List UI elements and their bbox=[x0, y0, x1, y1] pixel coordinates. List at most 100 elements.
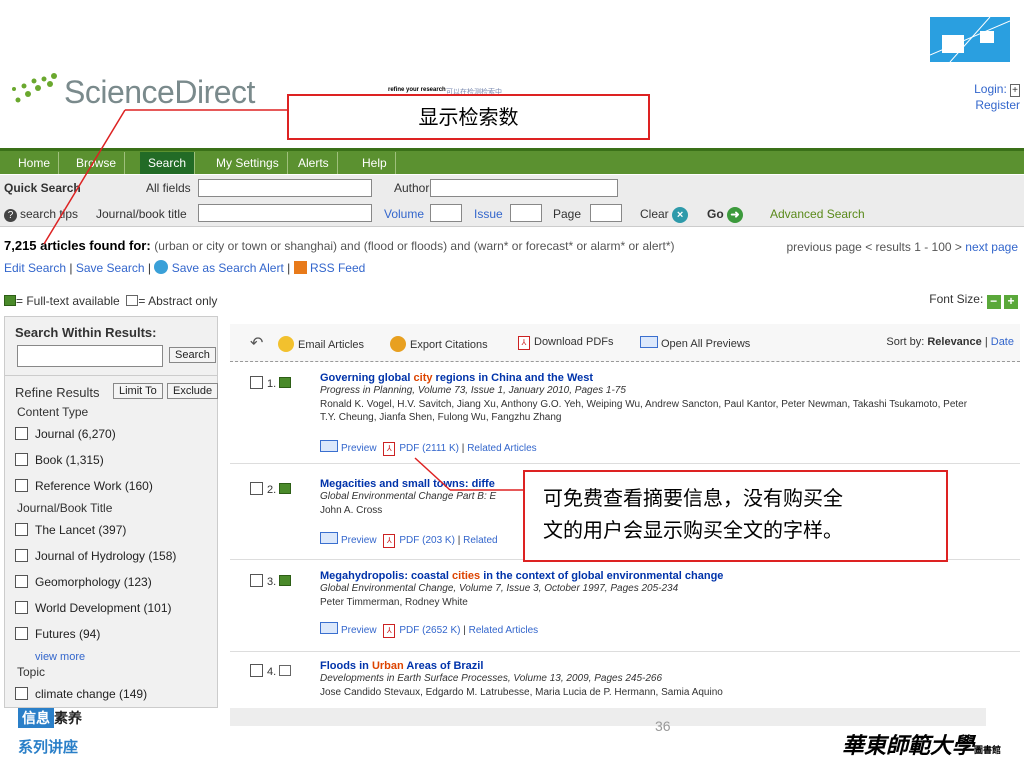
result-title[interactable]: Megacities and small towns: diffe bbox=[320, 478, 495, 490]
result-checkbox[interactable] bbox=[250, 482, 263, 495]
download-pdfs-button[interactable]: ⅄ Download PDFs bbox=[514, 336, 613, 350]
plus-icon[interactable]: + bbox=[1010, 84, 1020, 97]
callout-result-count: 显示检索数 bbox=[287, 94, 650, 140]
nav-search[interactable]: Search bbox=[140, 152, 196, 174]
journal-item[interactable]: Geomorphology (123) bbox=[5, 569, 217, 595]
view-more-link[interactable]: view more bbox=[35, 651, 85, 663]
select-all-icon[interactable]: ↶ bbox=[250, 333, 263, 353]
checkbox[interactable] bbox=[15, 427, 28, 440]
sort-control: Sort by: Relevance | Date bbox=[886, 336, 1014, 348]
sciencedirect-logo[interactable]: ScienceDirect bbox=[64, 74, 255, 111]
edit-search-link[interactable]: Edit Search bbox=[4, 261, 66, 275]
nav-home[interactable]: Home bbox=[10, 152, 60, 174]
result-title[interactable]: Governing global city regions in China a… bbox=[320, 372, 593, 384]
journal-item[interactable]: Journal of Hydrology (158) bbox=[5, 543, 217, 569]
journal-item[interactable]: Futures (94) bbox=[5, 621, 217, 647]
result-checkbox[interactable] bbox=[250, 574, 263, 587]
content-type-item[interactable]: Book (1,315) bbox=[5, 447, 217, 473]
export-label: Export Citations bbox=[410, 339, 488, 351]
result-authors: Jose Candido Stevaux, Edgardo M. Latrube… bbox=[320, 687, 723, 698]
checkbox[interactable] bbox=[15, 687, 28, 700]
result-checkbox[interactable] bbox=[250, 376, 263, 389]
prev-page-link[interactable]: previous page bbox=[786, 240, 861, 254]
exclude-button[interactable]: Exclude bbox=[167, 383, 219, 399]
refine-results-label: Refine Results bbox=[15, 385, 100, 400]
page-input[interactable] bbox=[590, 204, 622, 222]
save-search-link[interactable]: Save Search bbox=[76, 261, 145, 275]
checkbox[interactable] bbox=[15, 523, 28, 536]
topic-item[interactable]: climate change (149) bbox=[5, 681, 217, 707]
checkbox[interactable] bbox=[15, 479, 28, 492]
pdf-icon: ⅄ bbox=[383, 534, 396, 548]
result-item: 1. Governing global city regions in Chin… bbox=[230, 368, 1020, 464]
result-checkbox[interactable] bbox=[250, 664, 263, 677]
pdf-link[interactable]: PDF (2111 K) bbox=[399, 443, 459, 454]
nav-help[interactable]: Help bbox=[354, 152, 396, 174]
sort-relevance[interactable]: Relevance bbox=[927, 336, 981, 348]
journal-title-input[interactable] bbox=[198, 204, 372, 222]
content-type-label: Reference Work (160) bbox=[35, 479, 153, 493]
search-tips-label: search tips bbox=[20, 207, 79, 221]
save-alert-link[interactable]: Save as Search Alert bbox=[172, 261, 284, 275]
content-type-heading: Content Type bbox=[17, 405, 89, 419]
pdf-link[interactable]: PDF (2652 K) bbox=[399, 625, 460, 636]
search-within-input[interactable] bbox=[17, 345, 163, 367]
export-citations-button[interactable]: Export Citations bbox=[390, 336, 488, 352]
next-page-link[interactable]: next page bbox=[965, 240, 1018, 254]
limit-to-button[interactable]: Limit To bbox=[113, 383, 163, 399]
email-articles-button[interactable]: Email Articles bbox=[278, 336, 364, 352]
nav-alerts[interactable]: Alerts bbox=[290, 152, 338, 174]
login-link[interactable]: Login: bbox=[974, 82, 1007, 96]
nav-my-settings[interactable]: My Settings bbox=[208, 152, 288, 174]
checkbox[interactable] bbox=[15, 601, 28, 614]
font-decrease-icon[interactable]: − bbox=[986, 295, 1001, 309]
preview-link[interactable]: Preview bbox=[341, 535, 377, 546]
pdf-link[interactable]: PDF (203 K) bbox=[399, 535, 455, 546]
email-icon bbox=[278, 336, 294, 352]
author-input[interactable] bbox=[430, 179, 618, 197]
preview-link[interactable]: Preview bbox=[341, 443, 377, 454]
previews-label: Open All Previews bbox=[661, 338, 751, 350]
checkbox[interactable] bbox=[15, 575, 28, 588]
go-button[interactable]: Go ➜ bbox=[707, 207, 744, 223]
result-title[interactable]: Floods in Urban Areas of Brazil bbox=[320, 660, 483, 672]
journal-label: Geomorphology (123) bbox=[35, 575, 152, 589]
result-item: 3. Megahydropolis: coastal cities in the… bbox=[230, 566, 1020, 652]
rss-feed-link[interactable]: RSS Feed bbox=[310, 261, 365, 275]
export-icon bbox=[390, 336, 406, 352]
related-articles-link[interactable]: Related Articles bbox=[469, 625, 538, 636]
result-links: Preview ⅄ PDF (203 K) | Related bbox=[320, 532, 498, 548]
all-fields-input[interactable] bbox=[198, 179, 372, 197]
related-articles-link[interactable]: Related bbox=[463, 535, 497, 546]
sort-date[interactable]: Date bbox=[991, 336, 1014, 348]
results-range: < results 1 - 100 > bbox=[865, 240, 962, 254]
pdf-icon: ⅄ bbox=[383, 442, 396, 456]
refine-sidebar: Search Within Results: Search Refine Res… bbox=[4, 316, 219, 708]
preview-link[interactable]: Preview bbox=[341, 625, 377, 636]
open-previews-button[interactable]: Open All Previews bbox=[640, 336, 750, 350]
font-increase-icon[interactable]: + bbox=[1004, 295, 1018, 309]
search-tips-link[interactable]: ? search tips bbox=[4, 207, 78, 222]
all-fields-label: All fields bbox=[146, 181, 191, 195]
download-label: Download PDFs bbox=[534, 336, 614, 348]
journal-item[interactable]: The Lancet (397) bbox=[5, 517, 217, 543]
content-type-item[interactable]: Reference Work (160) bbox=[5, 473, 217, 499]
advanced-search-link[interactable]: Advanced Search bbox=[770, 207, 865, 221]
checkbox[interactable] bbox=[15, 549, 28, 562]
search-within-button[interactable]: Search bbox=[169, 347, 216, 363]
content-type-label: Journal (6,270) bbox=[35, 427, 116, 441]
register-link[interactable]: Register bbox=[974, 98, 1020, 113]
clear-button[interactable]: Clear × bbox=[640, 207, 689, 223]
content-type-item[interactable]: Journal (6,270) bbox=[5, 421, 217, 447]
related-articles-link[interactable]: Related Articles bbox=[467, 443, 536, 454]
checkbox[interactable] bbox=[15, 627, 28, 640]
issue-input[interactable] bbox=[510, 204, 542, 222]
checkbox[interactable] bbox=[15, 453, 28, 466]
query-text: (urban or city or town or shanghai) and … bbox=[154, 239, 675, 253]
nav-browse[interactable]: Browse bbox=[68, 152, 126, 174]
journal-item[interactable]: World Development (101) bbox=[5, 595, 217, 621]
result-title[interactable]: Megahydropolis: coastal cities in the co… bbox=[320, 570, 723, 582]
topic-label: climate change (149) bbox=[35, 687, 148, 701]
topic-heading: Topic bbox=[17, 665, 46, 679]
volume-input[interactable] bbox=[430, 204, 462, 222]
